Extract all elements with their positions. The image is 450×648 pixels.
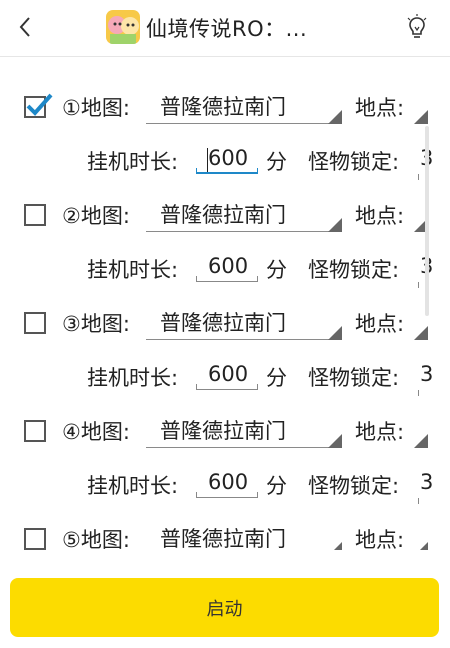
row-2-unit: 分 — [266, 258, 287, 282]
app-logo-icon — [106, 10, 140, 44]
map-row-5: ⑤地图: 普隆德拉南门 地点: — [0, 520, 450, 550]
checkmark-icon — [26, 93, 53, 116]
back-button[interactable] — [10, 12, 40, 42]
dropdown-arrow-icon — [328, 434, 342, 448]
row-4-duration-label: 挂机时长: — [87, 474, 179, 498]
list-scrollbar[interactable] — [425, 126, 429, 316]
row-4-unit: 分 — [266, 474, 287, 498]
app-header: 仙境传说RO：... — [0, 0, 450, 57]
row-1-duration-label: 挂机时长: — [87, 150, 179, 174]
row-3-lock-value[interactable]: 3 — [420, 362, 433, 386]
row-3-duration-label: 挂机时长: — [87, 366, 179, 390]
duration-row-4: 挂机时长: 600 分 怪物锁定: 3 — [0, 466, 450, 506]
row-5-place-dropdown[interactable] — [414, 542, 428, 550]
row-4-place-label: 地点: — [355, 420, 405, 444]
row-1-duration-input[interactable]: 600 — [196, 142, 258, 178]
row-4-duration-input[interactable]: 600 — [196, 466, 258, 502]
lightbulb-icon — [407, 14, 427, 38]
row-3-map-label: ③地图: — [62, 312, 130, 336]
row-2-duration-label: 挂机时长: — [87, 258, 179, 282]
row-3-lock-label: 怪物锁定: — [308, 366, 400, 390]
start-button[interactable]: 启动 — [10, 578, 439, 637]
row-2-map-value: 普隆德拉南门 — [160, 203, 286, 227]
tips-button[interactable] — [402, 12, 432, 42]
duration-row-3: 挂机时长: 600 分 怪物锁定: 3 — [0, 358, 450, 398]
row-5-place-label: 地点: — [355, 528, 405, 550]
row-2-lock-label: 怪物锁定: — [308, 258, 400, 282]
page-title: 仙境传说RO：... — [146, 17, 308, 41]
row-1-checkbox[interactable] — [24, 93, 53, 118]
row-2-map-select[interactable]: 普隆德拉南门 — [146, 196, 342, 234]
duration-row-1: 挂机时长: 600 分 怪物锁定: 3 — [0, 142, 450, 182]
row-2-checkbox[interactable] — [24, 204, 46, 226]
row-3-checkbox[interactable] — [24, 312, 46, 334]
row-3-place-dropdown[interactable] — [414, 326, 428, 340]
row-1-place-dropdown[interactable] — [414, 110, 428, 124]
row-4-lock-value[interactable]: 3 — [420, 470, 433, 494]
row-4-checkbox[interactable] — [24, 420, 46, 442]
dropdown-arrow-icon — [328, 326, 342, 340]
dropdown-arrow-icon — [328, 110, 342, 124]
map-row-1: ①地图: 普隆德拉南门 地点: — [0, 88, 450, 128]
row-3-place-label: 地点: — [355, 312, 405, 336]
row-1-map-select[interactable]: 普隆德拉南门 — [146, 88, 342, 126]
map-row-3: ③地图: 普隆德拉南门 地点: — [0, 304, 450, 344]
row-2-place-label: 地点: — [355, 204, 405, 228]
row-3-duration-input[interactable]: 600 — [196, 358, 258, 394]
dropdown-arrow-icon — [328, 542, 342, 550]
row-4-map-select[interactable]: 普隆德拉南门 — [146, 412, 342, 450]
row-4-lock-label: 怪物锁定: — [308, 474, 400, 498]
row-4-map-value: 普隆德拉南门 — [160, 419, 286, 443]
row-4-place-dropdown[interactable] — [414, 434, 428, 448]
row-1-map-label: ①地图: — [62, 96, 130, 120]
dropdown-arrow-icon — [328, 218, 342, 232]
row-2-duration-input[interactable]: 600 — [196, 250, 258, 286]
map-row-2: ②地图: 普隆德拉南门 地点: — [0, 196, 450, 236]
row-2-map-label: ②地图: — [62, 204, 130, 228]
row-5-map-value: 普隆德拉南门 — [160, 527, 286, 550]
row-1-lock-label: 怪物锁定: — [308, 150, 400, 174]
row-3-map-value: 普隆德拉南门 — [160, 311, 286, 335]
row-5-map-label: ⑤地图: — [62, 528, 130, 550]
duration-row-2: 挂机时长: 600 分 怪物锁定: 3 — [0, 250, 450, 290]
row-5-checkbox[interactable] — [24, 528, 46, 550]
row-4-map-label: ④地图: — [62, 420, 130, 444]
row-3-map-select[interactable]: 普隆德拉南门 — [146, 304, 342, 342]
chevron-left-icon — [19, 17, 30, 37]
row-3-unit: 分 — [266, 366, 287, 390]
row-1-unit: 分 — [266, 150, 287, 174]
row-1-map-value: 普隆德拉南门 — [160, 95, 286, 119]
row-1-place-label: 地点: — [355, 96, 405, 120]
task-list[interactable]: ①地图: 普隆德拉南门 地点: 挂机时长: 600 分 怪物锁定: 3 ②地图:… — [0, 56, 450, 550]
map-row-4: ④地图: 普隆德拉南门 地点: — [0, 412, 450, 452]
row-5-map-select[interactable]: 普隆德拉南门 — [146, 520, 342, 550]
